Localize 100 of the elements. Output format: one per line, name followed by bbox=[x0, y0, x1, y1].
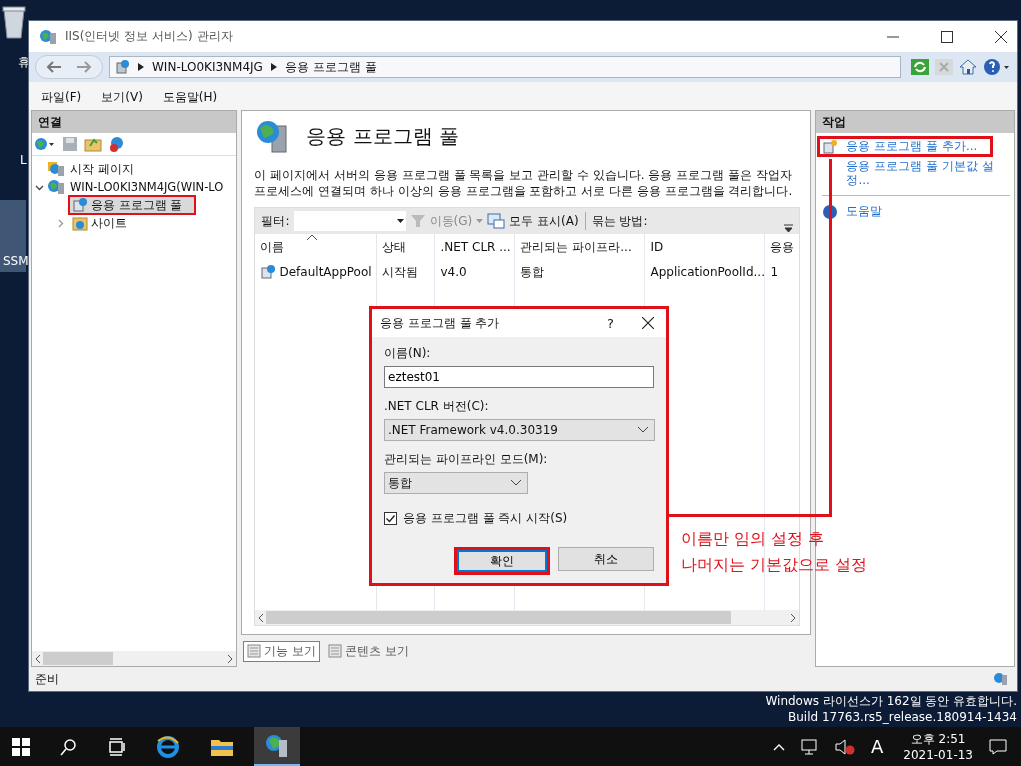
checkbox-label[interactable]: 응용 프로그램 풀 즉시 시작(S) bbox=[403, 510, 568, 527]
dropdown-arrow-icon[interactable] bbox=[396, 219, 404, 223]
table-cell: v4.0 bbox=[440, 265, 467, 279]
help-icon bbox=[822, 204, 839, 220]
annotation-text: 나머지는 기본값으로 설정 bbox=[681, 554, 868, 576]
start-icon[interactable] bbox=[12, 737, 30, 756]
column-header[interactable]: 이름 bbox=[255, 234, 378, 260]
connect-icon[interactable] bbox=[34, 136, 56, 152]
menu-item[interactable]: 보기(V) bbox=[101, 88, 143, 106]
network-icon[interactable] bbox=[800, 738, 819, 755]
cancel-button[interactable]: 취소 bbox=[558, 547, 654, 571]
close-icon[interactable] bbox=[995, 30, 1007, 43]
start-page-icon bbox=[47, 161, 65, 177]
close-icon[interactable] bbox=[642, 317, 654, 329]
column-header[interactable]: .NET CLR ... bbox=[435, 234, 516, 260]
pane-header: 연결 bbox=[32, 111, 237, 133]
breadcrumb[interactable]: 응용 프로그램 풀 bbox=[284, 58, 377, 76]
desktop-icon-tile[interactable]: SSM bbox=[0, 200, 26, 272]
column-header[interactable]: 상태 bbox=[377, 234, 436, 260]
scroll-right-icon[interactable] bbox=[227, 654, 234, 663]
field-label: 이름(N): bbox=[384, 345, 432, 362]
view-icon bbox=[247, 644, 262, 658]
horizontal-scrollbar[interactable] bbox=[32, 651, 237, 666]
breadcrumb[interactable]: WIN-LO0KI3NM4JG bbox=[152, 60, 263, 74]
status-text: 준비 bbox=[35, 670, 59, 688]
chevron-down-icon bbox=[638, 427, 648, 433]
ok-button[interactable]: 확인 bbox=[457, 550, 547, 572]
clock[interactable]: 오후 2:51 2021-01-13 bbox=[903, 730, 973, 763]
tree-item[interactable]: WIN-LO0KI3NM4JG(WIN-LO bbox=[67, 178, 227, 196]
add-pool-icon bbox=[822, 139, 839, 155]
page-description: 이 페이지에서 서버의 응용 프로그램 풀 목록을 보고 관리할 수 있습니다. 응용 프로그램 풀은 작업자 프로세스에 연결되며 하나 이상의 응용 프로그램을 포함하고 서로 다른 응용 프로그램을 격리합니다. bbox=[254, 167, 794, 199]
address-bar[interactable]: WIN-LO0KI3NM4JG 응용 프로그램 풀 bbox=[109, 56, 901, 78]
recycle-bin-icon[interactable] bbox=[0, 4, 28, 40]
filter-label: 필터: bbox=[261, 212, 290, 230]
table-cell: ApplicationPoolId... bbox=[650, 265, 765, 279]
horizontal-scrollbar[interactable] bbox=[255, 610, 800, 625]
show-all-button[interactable]: 모두 표시(A) bbox=[509, 212, 579, 230]
filter-field[interactable] bbox=[293, 211, 406, 231]
pipeline-mode-dropdown[interactable]: 통합 bbox=[384, 472, 528, 494]
field-label: 관리되는 파이프라인 모드(M): bbox=[384, 451, 549, 468]
disconnect-icon[interactable] bbox=[108, 136, 126, 152]
tree-item[interactable]: 시작 페이지 bbox=[67, 159, 137, 179]
clr-version-dropdown[interactable]: .NET Framework v4.0.30319 bbox=[384, 419, 655, 441]
window-title: IIS(인터넷 정보 서비스) 관리자 bbox=[65, 28, 233, 45]
search-icon[interactable] bbox=[60, 737, 78, 756]
maximize-icon[interactable] bbox=[941, 30, 953, 43]
input-method-indicator[interactable]: A bbox=[870, 736, 884, 757]
column-header[interactable]: 응용 bbox=[765, 234, 800, 260]
back-forward-buttons[interactable] bbox=[35, 55, 103, 79]
build-notice: Build 17763.rs5_release.180914-1434 bbox=[788, 709, 1017, 725]
home-icon[interactable] bbox=[959, 59, 977, 75]
name-field[interactable]: eztest01 bbox=[384, 366, 654, 388]
scroll-left-icon[interactable] bbox=[35, 654, 41, 663]
refresh-icon[interactable] bbox=[911, 59, 929, 75]
group-by-label: 묶는 방법: bbox=[591, 212, 648, 230]
tree-item[interactable]: 응용 프로그램 풀 bbox=[68, 195, 197, 215]
view-tab[interactable]: 기능 보기 bbox=[243, 640, 321, 662]
browser-icon[interactable] bbox=[156, 734, 180, 759]
action-link[interactable]: 응용 프로그램 풀 기본값 설정... bbox=[846, 159, 1008, 187]
menu-item[interactable]: 도움말(H) bbox=[162, 88, 218, 106]
server-icon bbox=[114, 59, 130, 75]
folder-globe-icon bbox=[72, 215, 88, 231]
app-pool-icon bbox=[72, 197, 88, 213]
scroll-right-icon[interactable] bbox=[790, 613, 797, 622]
action-link[interactable]: 응용 프로그램 풀 추가... bbox=[846, 139, 978, 153]
action-link[interactable]: 도움말 bbox=[846, 204, 883, 218]
more-icon[interactable] bbox=[784, 224, 794, 232]
task-view-icon[interactable] bbox=[108, 737, 126, 756]
taskbar-app-button[interactable] bbox=[254, 727, 300, 766]
desktop-icon-label: SSM bbox=[3, 254, 29, 268]
view-tab[interactable]: 콘텐츠 보기 bbox=[324, 640, 414, 662]
back-icon[interactable] bbox=[46, 60, 62, 74]
table-cell: 1 bbox=[770, 265, 779, 279]
checkbox[interactable] bbox=[384, 512, 397, 525]
chevron-up-icon[interactable] bbox=[772, 742, 785, 751]
desktop-icon-label: L bbox=[20, 153, 27, 167]
app-pool-icon bbox=[260, 264, 277, 280]
view-icon bbox=[328, 644, 343, 658]
license-notice: Windows 라이선스가 162일 동안 유효합니다. bbox=[765, 693, 1017, 709]
breadcrumb-arrow-icon[interactable] bbox=[138, 63, 144, 71]
server-icon bbox=[47, 179, 65, 195]
table-cell: DefaultAppPool bbox=[279, 265, 372, 279]
table-cell: 시작됨 bbox=[382, 263, 419, 281]
iis-app-icon bbox=[265, 733, 289, 758]
folder-up-icon[interactable] bbox=[84, 136, 102, 152]
dialog-title: 응용 프로그램 풀 추가 bbox=[380, 314, 500, 332]
help-icon[interactable] bbox=[983, 58, 1011, 76]
menu-item[interactable]: 파일(F) bbox=[41, 88, 82, 106]
column-header[interactable]: ID bbox=[645, 234, 766, 260]
muted-speaker-icon[interactable] bbox=[834, 738, 855, 755]
help-button[interactable]: ? bbox=[607, 315, 614, 331]
show-all-icon bbox=[487, 213, 506, 229]
chevron-down-icon bbox=[511, 480, 521, 486]
breadcrumb-arrow-icon[interactable] bbox=[270, 63, 277, 71]
scroll-left-icon[interactable] bbox=[258, 613, 265, 622]
tree-item[interactable]: 사이트 bbox=[68, 213, 131, 233]
iis-app-icon bbox=[39, 28, 57, 45]
column-header[interactable]: 관리되는 파이프라... bbox=[515, 234, 646, 260]
pane-header: 작업 bbox=[816, 111, 1014, 133]
notification-icon[interactable] bbox=[989, 738, 1007, 755]
